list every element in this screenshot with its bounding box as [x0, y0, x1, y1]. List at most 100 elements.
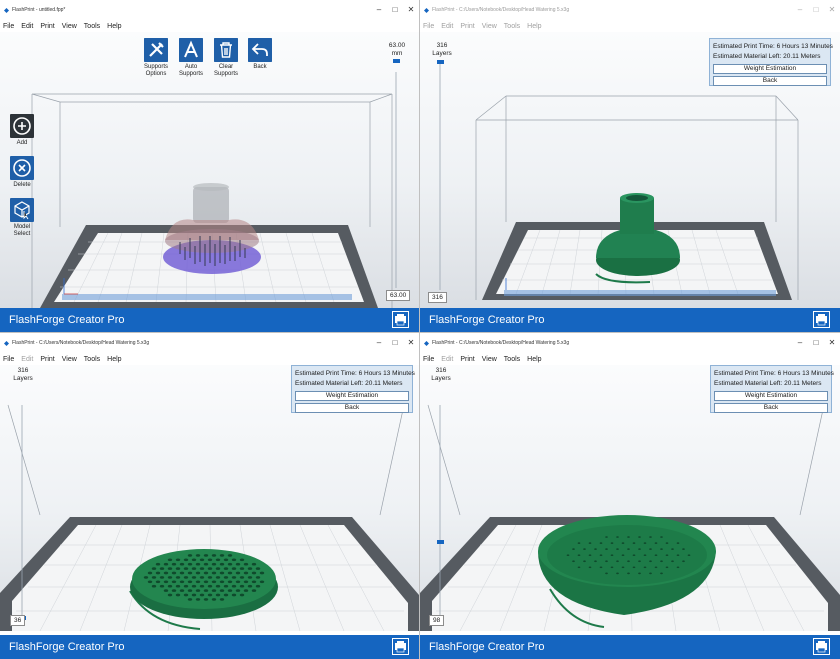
menu-tools[interactable]: Tools [84, 23, 100, 30]
3d-viewport[interactable]: 316 Layers 316 Estimated Print Time: 6 H… [420, 32, 840, 308]
print-info-panel: Estimated Print Time: 6 Hours 13 Minutes… [709, 38, 833, 86]
menu-edit[interactable]: Edit [21, 23, 33, 30]
layer-input-box[interactable]: 98 [429, 615, 445, 626]
back-button[interactable]: Back [243, 38, 277, 71]
back-button[interactable]: Back [713, 76, 827, 86]
layers-count: 316 [435, 367, 447, 374]
layers-label: Layers [432, 50, 452, 57]
delete-button[interactable]: Delete [9, 156, 35, 189]
printer-icon[interactable] [813, 311, 830, 328]
menu-print[interactable]: Print [460, 23, 474, 30]
menu-view[interactable]: View [482, 23, 497, 30]
close-icon[interactable]: ✕ [403, 0, 419, 20]
printer-icon[interactable] [392, 638, 409, 655]
printer-name: FlashForge Creator Pro [9, 641, 125, 653]
3d-viewport[interactable]: 316 Layers Estimated Print Time: 6 Hours… [420, 365, 840, 631]
printer-name: FlashForge Creator Pro [429, 641, 545, 653]
maximize-icon[interactable]: □ [808, 333, 824, 353]
layer-input-box[interactable]: 36 [10, 615, 26, 626]
menu-file[interactable]: File [423, 356, 434, 363]
weight-estimation-button[interactable]: Weight Estimation [713, 64, 827, 74]
print-time-text: Estimated Print Time: 6 Hours 13 Minutes [295, 370, 415, 377]
title-bar[interactable]: FlashPrint - C:/Users/Notebook/Desktop/H… [420, 0, 840, 20]
window-model-editor: FlashPrint - untitled.fpp* – □ ✕ File Ed… [0, 0, 419, 332]
menu-file[interactable]: File [423, 23, 434, 30]
cube-cursor-icon [10, 198, 34, 222]
minimize-icon[interactable]: – [792, 0, 808, 20]
menu-help[interactable]: Help [527, 356, 541, 363]
window-title: FlashPrint - C:/Users/Notebook/Desktop/H… [12, 340, 150, 346]
printer-icon[interactable] [813, 638, 830, 655]
app-logo-icon [424, 340, 429, 346]
minimize-icon[interactable]: – [371, 0, 387, 20]
title-bar[interactable]: FlashPrint - C:/Users/Notebook/Desktop/H… [420, 333, 840, 353]
layers-readout: 316 Layers [430, 42, 454, 58]
window-title: FlashPrint - untitled.fpp* [12, 7, 66, 13]
menu-edit[interactable]: Edit [441, 23, 453, 30]
printer-name: FlashForge Creator Pro [9, 314, 125, 326]
menu-file[interactable]: File [3, 356, 14, 363]
menu-help[interactable]: Help [527, 23, 541, 30]
add-button[interactable]: Add [9, 114, 35, 147]
x-circle-icon [10, 156, 34, 180]
menu-help[interactable]: Help [107, 23, 121, 30]
menu-print[interactable]: Print [40, 356, 54, 363]
height-unit: mm [391, 50, 403, 57]
printer-status-bar: FlashForge Creator Pro [420, 635, 840, 659]
app-logo-icon [4, 7, 9, 13]
menu-view[interactable]: View [62, 356, 77, 363]
back-button[interactable]: Back [295, 403, 409, 413]
close-icon[interactable]: ✕ [824, 333, 840, 353]
minimize-icon[interactable]: – [371, 333, 387, 353]
weight-estimation-button[interactable]: Weight Estimation [295, 391, 409, 401]
menu-tools[interactable]: Tools [504, 23, 520, 30]
3d-viewport[interactable]: Supports Options Auto Supports Clear Sup… [0, 32, 419, 308]
supports-options-button[interactable]: Supports Options [139, 38, 173, 78]
print-info-panel: Estimated Print Time: 6 Hours 13 Minutes… [710, 365, 834, 413]
height-readout: 63.00 mm [386, 42, 408, 58]
menu-view[interactable]: View [62, 23, 77, 30]
clear-supports-button[interactable]: Clear Supports [209, 38, 243, 78]
printer-status-bar: FlashForge Creator Pro [0, 635, 419, 659]
menu-view[interactable]: View [482, 356, 497, 363]
maximize-icon[interactable]: □ [387, 0, 403, 20]
title-bar[interactable]: FlashPrint - C:/Users/Notebook/Desktop/H… [0, 333, 419, 353]
wrench-screwdriver-icon [144, 38, 168, 62]
model-select-label: Model Select [13, 224, 31, 237]
layer-input[interactable]: 316 [428, 292, 447, 303]
menu-edit[interactable]: Edit [441, 356, 453, 363]
menu-help[interactable]: Help [107, 356, 121, 363]
app-logo-icon [424, 7, 429, 13]
maximize-icon[interactable]: □ [387, 333, 403, 353]
close-icon[interactable]: ✕ [403, 333, 419, 353]
clear-supports-label: Clear Supports [213, 64, 238, 77]
layer-slider-handle[interactable] [437, 60, 444, 64]
menu-bar: File Edit Print View Tools Help [420, 353, 840, 365]
auto-supports-button[interactable]: Auto Supports [174, 38, 208, 78]
layers-label: Layers [431, 375, 451, 382]
printer-icon[interactable] [392, 311, 409, 328]
menu-print[interactable]: Print [460, 356, 474, 363]
menu-file[interactable]: File [3, 23, 14, 30]
layer-slider-handle[interactable] [437, 540, 444, 544]
height-input[interactable]: 63.00 [386, 290, 411, 301]
window-divider-vertical [419, 0, 420, 659]
layers-count: 316 [436, 42, 448, 49]
height-slider-handle[interactable] [393, 59, 400, 63]
menu-edit[interactable]: Edit [21, 356, 33, 363]
minimize-icon[interactable]: – [792, 333, 808, 353]
menu-print[interactable]: Print [40, 23, 54, 30]
3d-viewport[interactable]: 316 Layers 36 Estimated Print Time: 6 Ho… [0, 365, 419, 631]
model-select-button[interactable]: Model Select [9, 198, 35, 238]
window-divider-horizontal [0, 332, 840, 333]
title-bar[interactable]: FlashPrint - untitled.fpp* – □ ✕ [0, 0, 419, 20]
back-button[interactable]: Back [714, 403, 828, 413]
menu-tools[interactable]: Tools [504, 356, 520, 363]
layers-readout: 316 Layers [429, 367, 453, 383]
maximize-icon[interactable]: □ [808, 0, 824, 20]
weight-estimation-button[interactable]: Weight Estimation [714, 391, 828, 401]
printer-status-bar: FlashForge Creator Pro [420, 308, 840, 332]
menu-tools[interactable]: Tools [84, 356, 100, 363]
menu-bar: File Edit Print View Tools Help [420, 20, 840, 32]
close-icon[interactable]: ✕ [824, 0, 840, 20]
